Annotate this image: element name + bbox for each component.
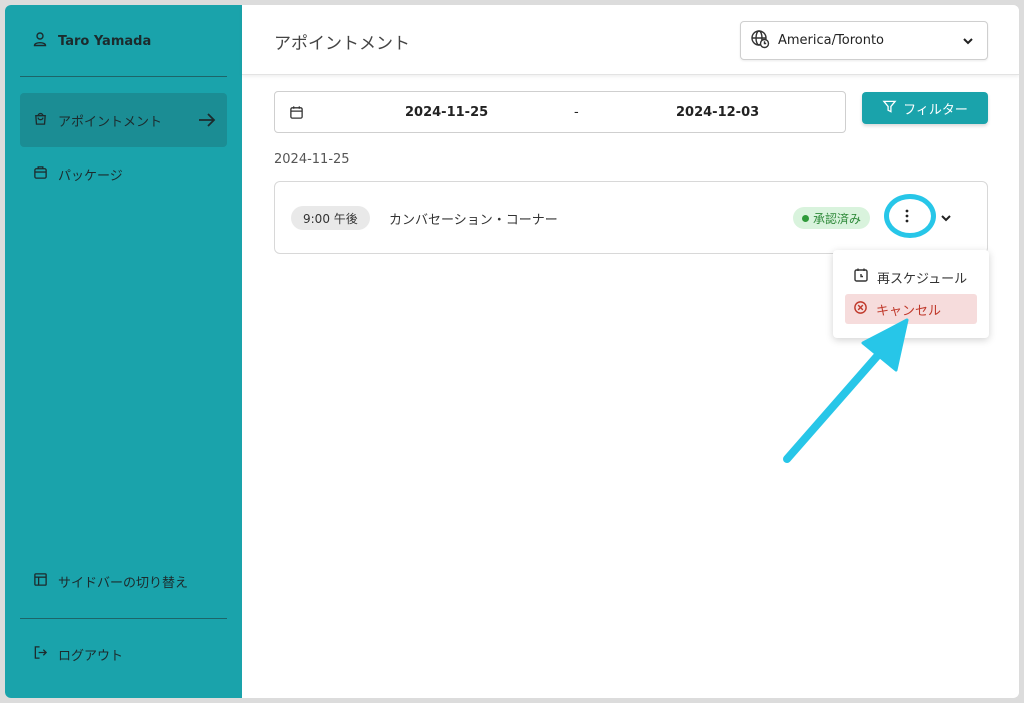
calendar-icon bbox=[289, 105, 304, 124]
reschedule-label: 再スケジュール bbox=[877, 271, 968, 287]
highlight-ring bbox=[884, 194, 936, 238]
appointment-card[interactable]: 9:00 午後 カンバセーション・コーナー 承認済み bbox=[274, 181, 988, 254]
reschedule-menu-item[interactable]: 再スケジュール bbox=[845, 262, 977, 292]
package-icon bbox=[33, 165, 48, 184]
sidebar-item-label: パッケージ bbox=[58, 168, 123, 184]
sidebar-toggle-label: サイドバーの切り替え bbox=[58, 575, 189, 591]
timezone-value: America/Toronto bbox=[778, 33, 884, 48]
header: アポイントメント America/Toronto bbox=[242, 5, 1019, 75]
sidebar-item-appointments[interactable]: アポイントメント bbox=[20, 93, 227, 147]
layout-sidebar-icon bbox=[33, 572, 48, 591]
time-chip: 9:00 午後 bbox=[291, 206, 370, 230]
appointment-title: カンバセーション・コーナー bbox=[389, 213, 558, 228]
status-label: 承認済み bbox=[813, 211, 862, 226]
sidebar-divider bbox=[20, 618, 227, 619]
filter-button[interactable]: フィルター bbox=[862, 92, 988, 124]
arrow-right-icon bbox=[197, 110, 217, 134]
app-window: Taro Yamada アポイントメント パッケージ サイドバーの切り替え ログ… bbox=[5, 5, 1019, 698]
shopping-bag-icon bbox=[33, 111, 48, 130]
sidebar-toggle[interactable]: サイドバーの切り替え bbox=[20, 554, 227, 608]
date-separator: - bbox=[574, 105, 579, 120]
user-profile[interactable]: Taro Yamada bbox=[32, 30, 151, 52]
user-icon bbox=[32, 31, 48, 51]
calendar-clock-icon bbox=[853, 267, 869, 287]
appointment-actions-menu: 再スケジュール キャンセル bbox=[833, 250, 989, 338]
chevron-down-icon[interactable] bbox=[939, 210, 953, 229]
cancel-label: キャンセル bbox=[876, 303, 942, 319]
timezone-select[interactable]: America/Toronto bbox=[740, 21, 988, 60]
filter-icon bbox=[882, 99, 897, 118]
appointment-group-date: 2024-11-25 bbox=[274, 152, 350, 167]
main-content: アポイントメント America/Toronto 2024-11-25 - 20… bbox=[242, 5, 1019, 698]
sidebar-item-label: アポイントメント bbox=[58, 114, 163, 130]
page-title: アポイントメント bbox=[274, 34, 410, 54]
status-badge: 承認済み bbox=[793, 207, 871, 229]
user-name: Taro Yamada bbox=[58, 33, 152, 49]
status-dot-icon bbox=[802, 214, 809, 222]
cancel-menu-item[interactable]: キャンセル bbox=[845, 294, 977, 324]
sidebar: Taro Yamada アポイントメント パッケージ サイドバーの切り替え ログ… bbox=[5, 5, 242, 698]
logout-label: ログアウト bbox=[58, 648, 124, 664]
logout-button[interactable]: ログアウト bbox=[20, 627, 227, 681]
end-date: 2024-12-03 bbox=[676, 105, 760, 120]
date-range-picker[interactable]: 2024-11-25 - 2024-12-03 bbox=[274, 91, 846, 133]
chevron-down-icon bbox=[961, 34, 975, 52]
sidebar-divider bbox=[20, 76, 227, 77]
circle-x-icon bbox=[853, 300, 868, 319]
logout-icon bbox=[33, 645, 48, 664]
globe-clock-icon bbox=[750, 29, 770, 53]
start-date: 2024-11-25 bbox=[405, 105, 489, 120]
sidebar-item-packages[interactable]: パッケージ bbox=[20, 147, 227, 201]
filter-label: フィルター bbox=[903, 102, 968, 118]
